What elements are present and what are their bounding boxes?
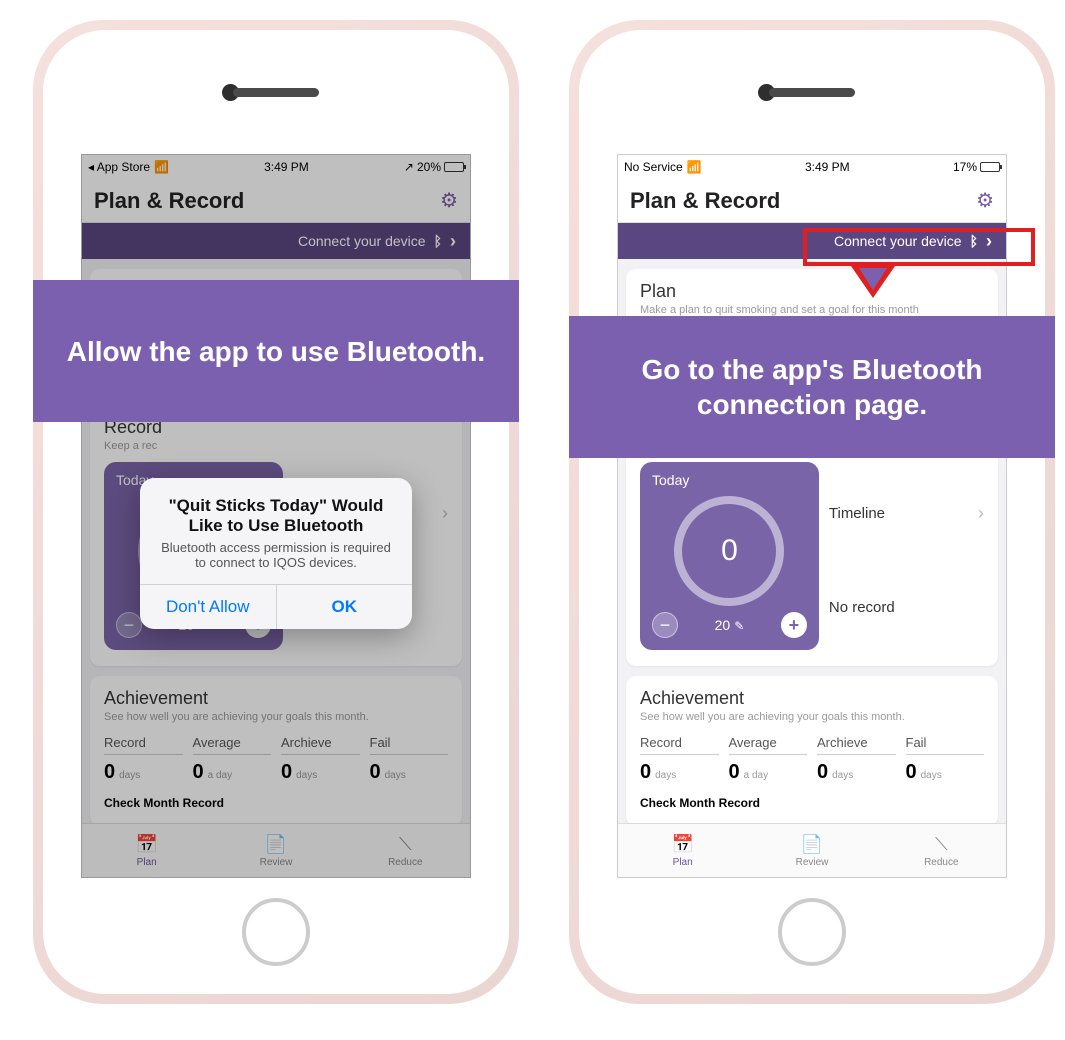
ach-col-record: Record0days bbox=[640, 735, 719, 784]
chevron-right-icon bbox=[978, 503, 984, 524]
today-count-ring: 0 bbox=[674, 496, 784, 606]
speaker-grill bbox=[233, 88, 319, 97]
timeline-row[interactable]: Timeline bbox=[829, 497, 984, 530]
reduce-icon: ⟍ bbox=[930, 833, 952, 855]
bluetooth-permission-alert: "Quit Sticks Today" Would Like to Use Bl… bbox=[140, 478, 412, 629]
achievement-section: Achievement See how well you are achievi… bbox=[626, 676, 998, 826]
wifi-icon: 📶 bbox=[154, 160, 169, 174]
check-month-record[interactable]: Check Month Record bbox=[104, 796, 448, 810]
no-record-label: No record bbox=[829, 599, 984, 616]
minus-button[interactable]: − bbox=[652, 612, 678, 638]
instruction-banner-left: Allow the app to use Bluetooth. bbox=[33, 280, 519, 422]
check-month-record[interactable]: Check Month Record bbox=[640, 796, 984, 810]
ach-col-average: Average0a day bbox=[729, 735, 808, 784]
ach-col-archieve: Archieve0days bbox=[281, 735, 360, 784]
document-icon: 📄 bbox=[801, 833, 823, 855]
plus-button[interactable]: + bbox=[781, 612, 807, 638]
ach-col-average: Average0a day bbox=[193, 735, 272, 784]
limit-value[interactable]: 20 bbox=[715, 617, 745, 633]
tab-bar: 📅Plan 📄Review ⟍Reduce bbox=[618, 823, 1006, 877]
tab-reduce[interactable]: ⟍Reduce bbox=[341, 824, 470, 877]
minus-button[interactable]: − bbox=[116, 612, 142, 638]
nav-bar: Plan & Record ⚙ bbox=[82, 179, 470, 223]
status-bar: ◂ App Store 📶 3:49 PM ↗ 20% bbox=[82, 155, 470, 179]
page-title: Plan & Record bbox=[94, 188, 244, 214]
speaker-grill bbox=[769, 88, 855, 97]
back-to-app[interactable]: ◂ App Store bbox=[88, 160, 150, 174]
pencil-icon bbox=[734, 617, 744, 633]
alert-ok-button[interactable]: OK bbox=[277, 585, 413, 629]
tab-plan[interactable]: 📅Plan bbox=[82, 824, 211, 877]
status-time: 3:49 PM bbox=[805, 160, 850, 174]
tab-review[interactable]: 📄Review bbox=[211, 824, 340, 877]
ach-col-fail: Fail0days bbox=[906, 735, 985, 784]
calendar-icon: 📅 bbox=[136, 833, 158, 855]
status-bar: No Service 📶 3:49 PM 17% bbox=[618, 155, 1006, 179]
alert-dont-allow-button[interactable]: Don't Allow bbox=[140, 585, 277, 629]
calendar-icon: 📅 bbox=[672, 833, 694, 855]
gear-icon[interactable]: ⚙ bbox=[440, 188, 458, 213]
home-button[interactable] bbox=[242, 898, 310, 966]
battery-percent: 17% bbox=[953, 160, 977, 174]
battery-icon bbox=[980, 162, 1000, 172]
document-icon: 📄 bbox=[265, 833, 287, 855]
achievement-subtitle: See how well you are achieving your goal… bbox=[640, 711, 984, 723]
home-button[interactable] bbox=[778, 898, 846, 966]
today-label: Today bbox=[652, 472, 807, 488]
plan-title: Plan bbox=[640, 281, 984, 302]
tab-bar: 📅Plan 📄Review ⟍Reduce bbox=[82, 823, 470, 877]
phone-frame-right: No Service 📶 3:49 PM 17% Plan & Record ⚙… bbox=[569, 20, 1055, 1004]
achievement-subtitle: See how well you are achieving your goal… bbox=[104, 711, 448, 723]
bluetooth-icon bbox=[434, 233, 442, 249]
tab-reduce[interactable]: ⟍Reduce bbox=[877, 824, 1006, 877]
chevron-right-icon bbox=[442, 503, 448, 524]
callout-arrow-icon bbox=[851, 266, 895, 298]
ach-col-fail: Fail0days bbox=[370, 735, 449, 784]
plan-subtitle: Make a plan to quit smoking and set a go… bbox=[640, 304, 984, 316]
tab-review[interactable]: 📄Review bbox=[747, 824, 876, 877]
wifi-icon: 📶 bbox=[687, 160, 702, 174]
location-icon: ↗ bbox=[404, 160, 414, 174]
carrier-label: No Service bbox=[624, 160, 683, 174]
chevron-right-icon bbox=[450, 231, 456, 252]
battery-icon bbox=[444, 162, 464, 172]
ach-col-archieve: Archieve0days bbox=[817, 735, 896, 784]
connect-device-bar[interactable]: Connect your device bbox=[82, 223, 470, 259]
achievement-title: Achievement bbox=[104, 688, 448, 709]
tab-plan[interactable]: 📅Plan bbox=[618, 824, 747, 877]
ach-col-record: Record0days bbox=[104, 735, 183, 784]
page-title: Plan & Record bbox=[630, 188, 780, 214]
record-subtitle: Keep a rec bbox=[104, 440, 448, 452]
today-card: Today 0 − 20 + bbox=[640, 462, 819, 650]
achievement-section: Achievement See how well you are achievi… bbox=[90, 676, 462, 826]
alert-title: "Quit Sticks Today" Would Like to Use Bl… bbox=[156, 496, 396, 536]
nav-bar: Plan & Record ⚙ bbox=[618, 179, 1006, 223]
gear-icon[interactable]: ⚙ bbox=[976, 188, 994, 213]
battery-percent: 20% bbox=[417, 160, 441, 174]
connect-device-label: Connect your device bbox=[298, 233, 426, 249]
alert-message: Bluetooth access permission is required … bbox=[156, 540, 396, 570]
phone-frame-left: ◂ App Store 📶 3:49 PM ↗ 20% Plan & Recor… bbox=[33, 20, 519, 1004]
instruction-banner-right: Go to the app's Bluetooth connection pag… bbox=[569, 316, 1055, 458]
status-time: 3:49 PM bbox=[264, 160, 309, 174]
achievement-title: Achievement bbox=[640, 688, 984, 709]
reduce-icon: ⟍ bbox=[394, 833, 416, 855]
highlight-rectangle bbox=[803, 228, 1035, 266]
